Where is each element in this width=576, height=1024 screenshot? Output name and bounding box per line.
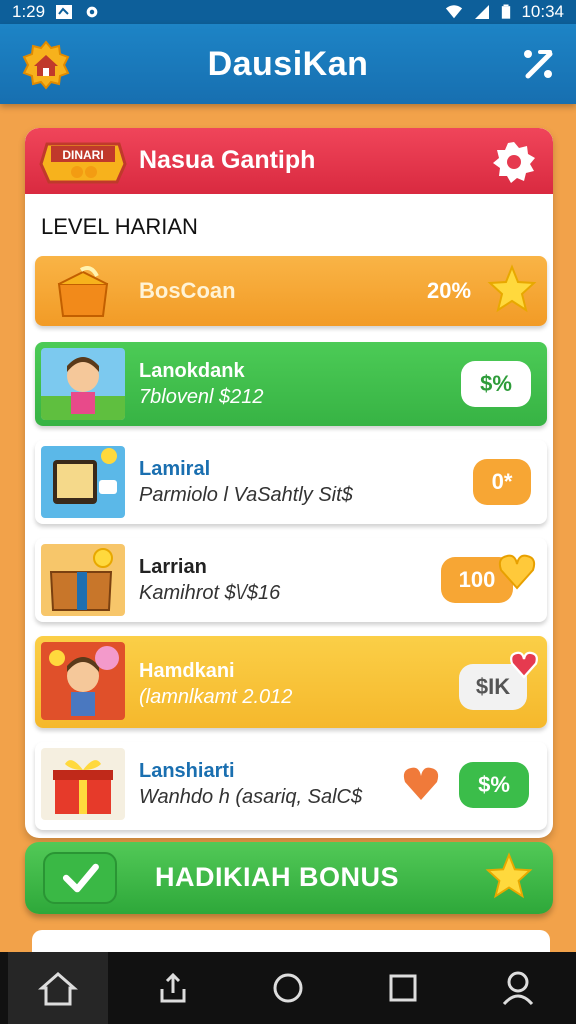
bonus-button[interactable]: HADIKIAH BONUS bbox=[25, 842, 553, 914]
item-thumbnail bbox=[41, 446, 125, 518]
nav-circle[interactable] bbox=[238, 952, 338, 1024]
list-item[interactable]: Lanokdank 7blovenl $212 $% bbox=[35, 342, 547, 426]
heart-icon bbox=[510, 651, 538, 679]
check-icon bbox=[43, 852, 117, 904]
item-title: Hamdkani bbox=[139, 660, 235, 682]
nav-square-icon bbox=[389, 974, 417, 1002]
item-thumbnail bbox=[41, 544, 125, 616]
child-icon bbox=[41, 357, 125, 420]
item-subtitle: Wanhdo h (asariq, SalC$ bbox=[139, 786, 363, 808]
nav-bar bbox=[0, 952, 576, 1024]
section-label: LEVEL HARIAN bbox=[41, 214, 198, 239]
item-thumbnail bbox=[41, 642, 125, 720]
battery-icon bbox=[502, 4, 511, 19]
nav-profile[interactable] bbox=[468, 952, 568, 1024]
progress-percent: 20% bbox=[427, 278, 472, 303]
star-icon bbox=[485, 852, 533, 899]
item-subtitle: Parmiolo l VaSahtly Sit$ bbox=[139, 484, 353, 506]
nav-home-icon bbox=[37, 972, 78, 1006]
status-bar: 1:29 10:34 bbox=[0, 0, 576, 24]
settings-icon bbox=[86, 6, 98, 18]
progress-row[interactable]: BosCoan 20% bbox=[35, 256, 547, 326]
panel-header: DINARI Nasua Gantiph bbox=[25, 128, 553, 194]
app-title: DausiKan bbox=[207, 44, 369, 83]
tablet-icon bbox=[53, 448, 117, 504]
bonus-label: HADIKIAH BONUS bbox=[155, 862, 400, 892]
gift-icon bbox=[53, 760, 113, 814]
progress-label: BosCoan bbox=[139, 278, 236, 303]
item-title: Larrian bbox=[139, 556, 207, 578]
item-title: Lanshiarti bbox=[139, 760, 235, 782]
heart-icon bbox=[498, 554, 536, 590]
status-time-right: 10:34 bbox=[521, 2, 564, 21]
item-subtitle: Kamihrot $\/$16 bbox=[139, 582, 281, 604]
gift-box-icon bbox=[49, 548, 113, 611]
nav-share[interactable] bbox=[123, 952, 223, 1024]
star-icon bbox=[487, 264, 537, 313]
item-title: Lanokdank bbox=[139, 360, 245, 382]
item-subtitle: (lamnlkamt 2.012 bbox=[139, 686, 293, 708]
heart-icon[interactable] bbox=[401, 764, 441, 804]
gallery-icon bbox=[56, 5, 73, 19]
list-item[interactable]: Lanshiarti Wanhdo h (asariq, SalC$ $% bbox=[35, 742, 547, 830]
nav-profile-icon bbox=[503, 971, 534, 1006]
list-item[interactable]: Lamiral Parmiolo l VaSahtly Sit$ 0* bbox=[35, 440, 547, 524]
signal-icon bbox=[475, 5, 490, 19]
status-time-left: 1:29 bbox=[12, 2, 46, 21]
item-title: Lamiral bbox=[139, 458, 211, 480]
nav-share-icon bbox=[160, 972, 186, 1003]
list-item[interactable]: Hamdkani (lamnlkamt 2.012 $IK bbox=[35, 636, 547, 728]
menu-icon[interactable] bbox=[520, 46, 556, 82]
nav-square[interactable] bbox=[353, 952, 453, 1024]
badge-text: DINARI bbox=[62, 148, 103, 162]
item-thumbnail bbox=[41, 348, 125, 420]
wifi-icon bbox=[446, 5, 463, 19]
home-icon[interactable] bbox=[20, 40, 72, 90]
main-panel: DINARI Nasua Gantiph LEVEL HARIAN BosCoa… bbox=[25, 128, 553, 838]
item-subtitle: 7blovenl $212 bbox=[139, 386, 264, 408]
panel-title: Nasua Gantiph bbox=[139, 146, 316, 174]
app-bar: DausiKan bbox=[0, 24, 576, 104]
box-icon bbox=[57, 266, 109, 317]
gear-icon[interactable] bbox=[491, 139, 537, 185]
nav-home[interactable] bbox=[7, 952, 108, 1024]
list-item[interactable]: Larrian Kamihrot $\/$16 100 bbox=[35, 538, 547, 622]
item-action-button[interactable]: 0* bbox=[473, 459, 531, 505]
item-action-button[interactable]: $% bbox=[461, 361, 531, 407]
item-thumbnail bbox=[41, 748, 125, 820]
nav-circle-icon bbox=[273, 973, 303, 1003]
badge-logo: DINARI bbox=[39, 142, 127, 184]
child-lollipop-icon bbox=[49, 646, 119, 716]
item-action-button[interactable]: $% bbox=[459, 762, 529, 808]
